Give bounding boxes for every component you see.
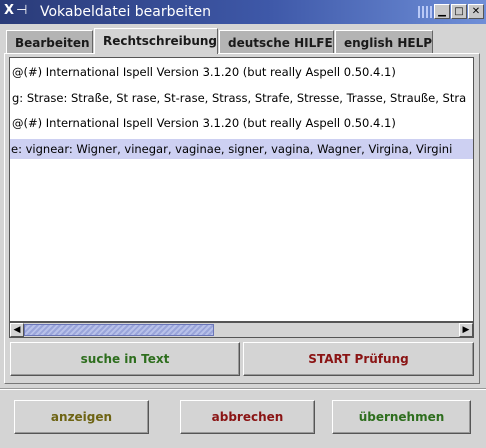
start-check-button[interactable]: START Prüfung bbox=[243, 342, 474, 376]
scroll-left-icon[interactable]: ◀ bbox=[10, 323, 24, 337]
tab-deutsche-hilfe[interactable]: deutsche HILFE bbox=[219, 30, 334, 53]
output-line: @(#) International Ispell Version 3.1.20… bbox=[12, 65, 396, 79]
footer-divider bbox=[0, 388, 486, 390]
cancel-button[interactable]: abbrechen bbox=[180, 400, 315, 434]
close-button[interactable]: ✕ bbox=[468, 4, 484, 19]
output-line: g: Strase: Straße, St rase, St-rase, Str… bbox=[12, 91, 467, 105]
output-line: @(#) International Ispell Version 3.1.20… bbox=[12, 116, 396, 130]
search-text-button[interactable]: suche in Text bbox=[10, 342, 240, 376]
pin-icon[interactable]: ⊣ bbox=[16, 3, 27, 18]
output-line-selected: e: vignear: Wigner, vinegar, vaginae, si… bbox=[10, 139, 473, 159]
title-bar[interactable]: X ⊣ Vokabeldatei bearbeiten ▁ □ ✕ bbox=[0, 0, 486, 24]
scroll-right-icon[interactable]: ▶ bbox=[459, 323, 473, 337]
spellcheck-output[interactable]: @(#) International Ispell Version 3.1.20… bbox=[9, 57, 474, 322]
show-button[interactable]: anzeigen bbox=[14, 400, 149, 434]
scrollbar-thumb[interactable] bbox=[24, 324, 214, 336]
horizontal-scrollbar[interactable]: ◀ ▶ bbox=[9, 322, 474, 338]
maximize-button[interactable]: □ bbox=[451, 4, 467, 19]
minimize-button[interactable]: ▁ bbox=[434, 4, 450, 19]
tab-bearbeiten[interactable]: Bearbeiten bbox=[6, 30, 93, 53]
window-title: Vokabeldatei bearbeiten bbox=[40, 4, 211, 20]
tab-english-help[interactable]: english HELP bbox=[335, 30, 433, 53]
tab-rechtschreibung[interactable]: Rechtschreibung bbox=[94, 28, 218, 54]
window-grip-icon bbox=[418, 6, 432, 18]
apply-button[interactable]: übernehmen bbox=[332, 400, 471, 434]
window-menu-icon[interactable]: X bbox=[4, 3, 14, 18]
